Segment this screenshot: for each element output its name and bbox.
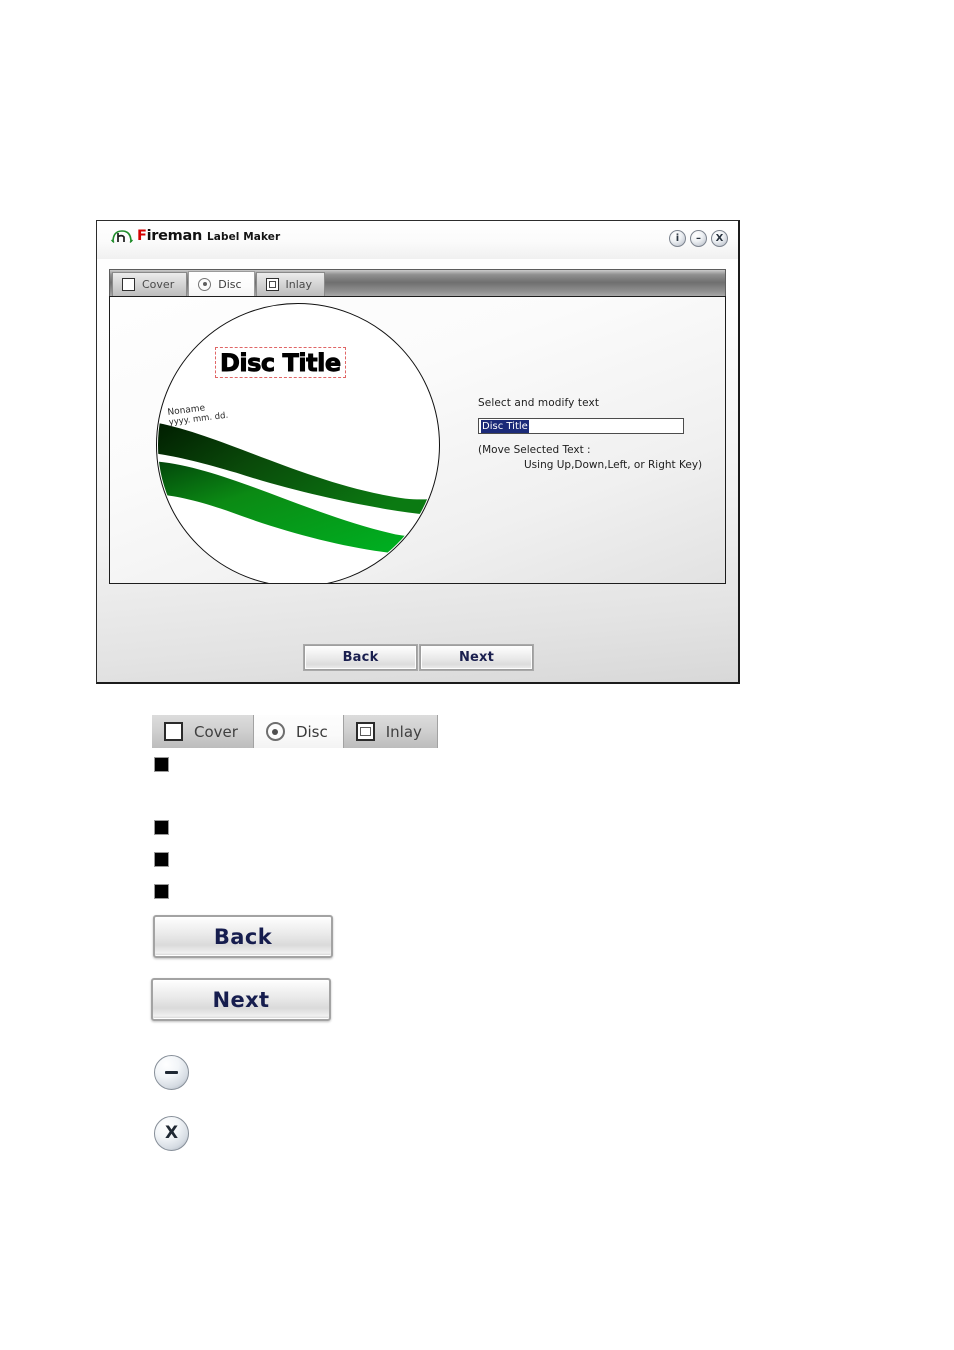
label-type-tabstrip: Cover Disc Inlay (109, 269, 726, 296)
app-brand-name: Fireman (137, 228, 202, 244)
tab-cover-label: Cover (142, 278, 175, 291)
disc-title-input-value: Disc Title (481, 419, 529, 433)
disc-circle-icon (265, 722, 285, 741)
fireman-logo-icon (111, 229, 133, 244)
doc-tab-inlay[interactable]: Inlay (343, 715, 438, 748)
doc-tab-cover[interactable]: Cover (152, 715, 254, 748)
doc-tab-disc[interactable]: Disc (253, 715, 344, 748)
disc-title-selection-box[interactable]: Disc Title (215, 347, 346, 378)
bullet-marker (155, 853, 168, 866)
doc-tab-cover-label: Cover (194, 722, 238, 741)
disc-title-input[interactable]: Disc Title (478, 418, 684, 434)
doc-next-button[interactable]: Next (151, 978, 331, 1021)
window-controls: i – X (669, 230, 728, 247)
bullet-marker (155, 821, 168, 834)
label-editor-panel: Disc Title Noname yyyy. mm. dd. Select a… (109, 296, 726, 584)
doc-tab-disc-label: Disc (295, 722, 328, 741)
bullet-marker (155, 885, 168, 898)
doc-back-button[interactable]: Back (153, 915, 333, 958)
select-modify-label: Select and modify text (478, 397, 600, 409)
tab-cover[interactable]: Cover (112, 272, 188, 296)
disc-title-text: Disc Title (220, 349, 342, 377)
fireman-label-maker-window: Fireman Label Maker i – X Cover Disc Inl… (96, 220, 740, 684)
next-button[interactable]: Next (419, 644, 534, 671)
disc-artwork (157, 421, 439, 556)
doc-minimize-icon[interactable] (154, 1055, 189, 1090)
tab-inlay[interactable]: Inlay (255, 272, 326, 296)
move-text-hint-line1: (Move Selected Text : (478, 444, 591, 456)
tab-disc[interactable]: Disc (188, 271, 255, 296)
doc-close-icon[interactable]: X (154, 1116, 189, 1151)
inlay-square-icon (355, 722, 375, 741)
tab-disc-label: Disc (218, 277, 242, 291)
bullet-marker (155, 758, 168, 771)
app-brand: Fireman Label Maker (111, 228, 280, 244)
info-icon[interactable]: i (669, 230, 686, 247)
move-text-hint-line2: Using Up,Down,Left, or Right Key) (524, 459, 703, 471)
disc-circle-icon (198, 277, 212, 291)
brand-initial: F (137, 228, 147, 244)
brand-rest: ireman (146, 228, 203, 244)
doc-tab-inlay-label: Inlay (385, 722, 422, 741)
inlay-square-icon (265, 278, 279, 291)
wizard-navigation: Back Next (303, 644, 534, 671)
minimize-icon[interactable]: – (690, 230, 707, 247)
text-edit-panel: Select and modify text Disc Title (Move … (478, 397, 708, 473)
close-icon[interactable]: X (711, 230, 728, 247)
tab-inlay-label: Inlay (285, 278, 313, 291)
app-brand-subtitle: Label Maker (206, 231, 281, 243)
window-titlebar: Fireman Label Maker i – X (97, 221, 738, 259)
disc-preview-canvas[interactable]: Disc Title Noname yyyy. mm. dd. (156, 303, 440, 583)
doc-tabstrip-figure: Cover Disc Inlay (152, 715, 438, 748)
cover-square-icon (164, 722, 183, 741)
cover-square-icon (122, 278, 135, 291)
back-button[interactable]: Back (303, 644, 418, 671)
minimize-dash-glyph (165, 1071, 178, 1074)
